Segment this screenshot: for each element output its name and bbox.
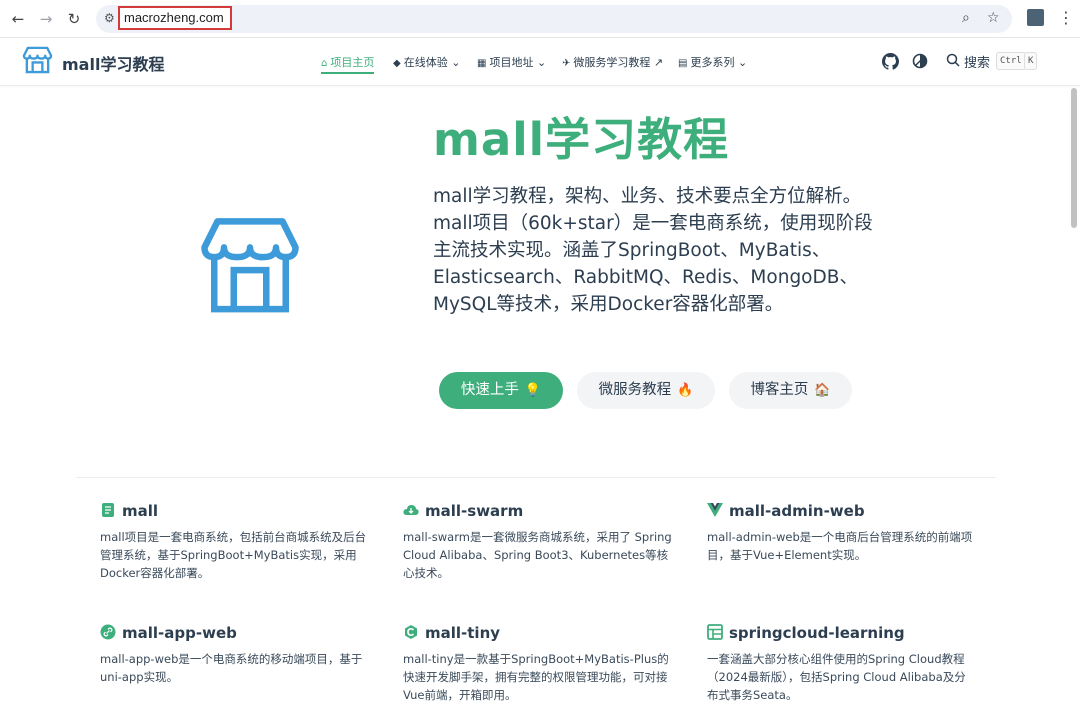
extension-icon[interactable] xyxy=(1027,9,1044,26)
search-label: 搜索 xyxy=(964,56,991,71)
book-icon: ▤ xyxy=(678,58,688,69)
feature-title-text: springcloud-learning xyxy=(729,624,905,642)
site-navbar: mall学习教程 ⌂ 项目主页 ◆ 在线体验 ⌄ ▦ 项目地址 ⌄ ✈ 微服务学习教程 … xyxy=(0,38,1080,86)
vue-icon xyxy=(707,503,723,517)
reload-button[interactable]: ↻ xyxy=(64,9,84,29)
hero-store-logo-icon xyxy=(201,218,299,313)
feature-title[interactable]: mall-admin-web xyxy=(707,501,977,521)
github-icon[interactable] xyxy=(882,53,899,70)
link-icon xyxy=(100,624,116,640)
store-logo-icon[interactable] xyxy=(22,44,53,75)
feature-description: mall-swarm是一套微服务商城系统，采用了 Spring Cloud Al… xyxy=(403,530,672,580)
house-icon: 🏠 xyxy=(814,383,831,398)
feature-title[interactable]: mall-tiny xyxy=(403,623,673,643)
nav-item-repo[interactable]: ▦ 项目地址 ⌄ xyxy=(477,54,546,74)
feature-description: mall项目是一套电商系统，包括前台商城系统及后台管理系统，基于SpringBo… xyxy=(100,530,367,580)
feature-mall-admin-web: mall-admin-web mall-admin-web是一个电商后台管理系统… xyxy=(707,501,977,564)
nav-item-demo[interactable]: ◆ 在线体验 ⌄ xyxy=(393,54,460,74)
feature-title-text: mall-app-web xyxy=(122,624,237,642)
feature-title-text: mall-tiny xyxy=(425,624,501,642)
feature-title-text: mall-admin-web xyxy=(729,502,865,520)
feature-description: mall-tiny是一款基于SpringBoot+MyBatis-Plus的快速… xyxy=(403,652,669,702)
blog-home-button[interactable]: 博客主页 🏠 xyxy=(729,372,852,409)
feature-mall-app-web: mall-app-web mall-app-web是一个电商系统的移动端项目，基… xyxy=(100,623,370,686)
kbd-k: K xyxy=(1024,52,1038,70)
hero-description: mall学习教程，架构、业务、技术要点全方位解析。mall项目（60k+star… xyxy=(433,186,873,315)
nav-item-more[interactable]: ▤ 更多系列 ⌄ xyxy=(678,54,747,74)
nav-item-microservice[interactable]: ✈ 微服务学习教程 ↗ xyxy=(562,54,663,74)
feature-springcloud-learning: springcloud-learning 一套涵盖大部分核心组件使用的Sprin… xyxy=(707,623,977,704)
page-scrollbar[interactable] xyxy=(1071,88,1077,228)
feature-title[interactable]: mall-swarm xyxy=(403,501,673,521)
back-button[interactable]: ← xyxy=(8,9,28,29)
feature-description: mall-app-web是一个电商系统的移动端项目，基于uni-app实现。 xyxy=(100,652,363,684)
feature-description: 一套涵盖大部分核心组件使用的Spring Cloud教程（2024最新版），包括… xyxy=(707,652,966,702)
layers-icon: ◆ xyxy=(393,58,401,69)
feature-title-text: mall-swarm xyxy=(425,502,524,520)
nav-item-label: 更多系列 ⌄ xyxy=(690,56,748,69)
feature-title-text: mall xyxy=(122,502,159,520)
zoom-icon[interactable]: ⌕ xyxy=(962,10,970,26)
site-settings-icon[interactable]: ⚙ xyxy=(104,11,115,25)
feature-mall-swarm: mall-swarm mall-swarm是一套微服务商城系统，采用了 Spri… xyxy=(403,501,673,582)
nav-item-label: 在线体验 ⌄ xyxy=(403,56,461,69)
section-divider xyxy=(76,477,996,478)
microservice-tutorial-button[interactable]: 微服务教程 🔥 xyxy=(577,372,715,409)
kbd-ctrl: Ctrl xyxy=(996,52,1026,70)
document-icon xyxy=(102,503,114,517)
browser-toolbar: ← → ↻ ⚙ macrozheng.com ⌕ ☆ ⋮ xyxy=(0,0,1080,38)
feature-mall-tiny: mall-tiny mall-tiny是一款基于SpringBoot+MyBat… xyxy=(403,623,673,704)
feature-title[interactable]: mall-app-web xyxy=(100,623,370,643)
button-label: 博客主页 xyxy=(750,382,809,398)
table-icon xyxy=(707,624,723,640)
browser-menu-icon[interactable]: ⋮ xyxy=(1058,8,1074,27)
nav-item-label: 项目主页 xyxy=(330,56,375,69)
theme-switch-icon[interactable] xyxy=(912,53,928,69)
button-label: 快速上手 xyxy=(460,382,519,398)
forward-button[interactable]: → xyxy=(36,9,56,29)
cycle-icon xyxy=(405,625,417,639)
rocket-icon: ✈ xyxy=(562,58,571,69)
url-text[interactable]: macrozheng.com xyxy=(118,6,232,30)
cloud-icon xyxy=(403,505,419,515)
site-title[interactable]: mall学习教程 xyxy=(62,51,164,75)
nav-item-label: 项目地址 ⌄ xyxy=(489,56,547,69)
feature-title[interactable]: springcloud-learning xyxy=(707,623,977,643)
quick-start-button[interactable]: 快速上手 💡 xyxy=(439,372,563,409)
nav-item-home[interactable]: ⌂ 项目主页 xyxy=(321,54,375,74)
feature-mall: mall mall项目是一套电商系统，包括前台商城系统及后台管理系统，基于Spr… xyxy=(100,501,370,582)
nav-item-label: 微服务学习教程 ↗ xyxy=(573,56,664,69)
lightbulb-icon: 💡 xyxy=(524,383,542,398)
button-label: 微服务教程 xyxy=(598,382,672,398)
feature-description: mall-admin-web是一个电商后台管理系统的前端项目，基于Vue+Ele… xyxy=(707,530,973,562)
address-bar[interactable]: ⚙ macrozheng.com ⌕ ☆ xyxy=(96,5,1012,33)
hero-title: mall学习教程 xyxy=(433,113,730,166)
feature-title[interactable]: mall xyxy=(100,501,370,521)
search-icon xyxy=(946,53,960,67)
home-icon: ⌂ xyxy=(321,58,328,69)
fire-icon: 🔥 xyxy=(677,383,694,398)
bookmark-star-icon[interactable]: ☆ xyxy=(987,10,1000,26)
grid-icon: ▦ xyxy=(477,58,487,69)
